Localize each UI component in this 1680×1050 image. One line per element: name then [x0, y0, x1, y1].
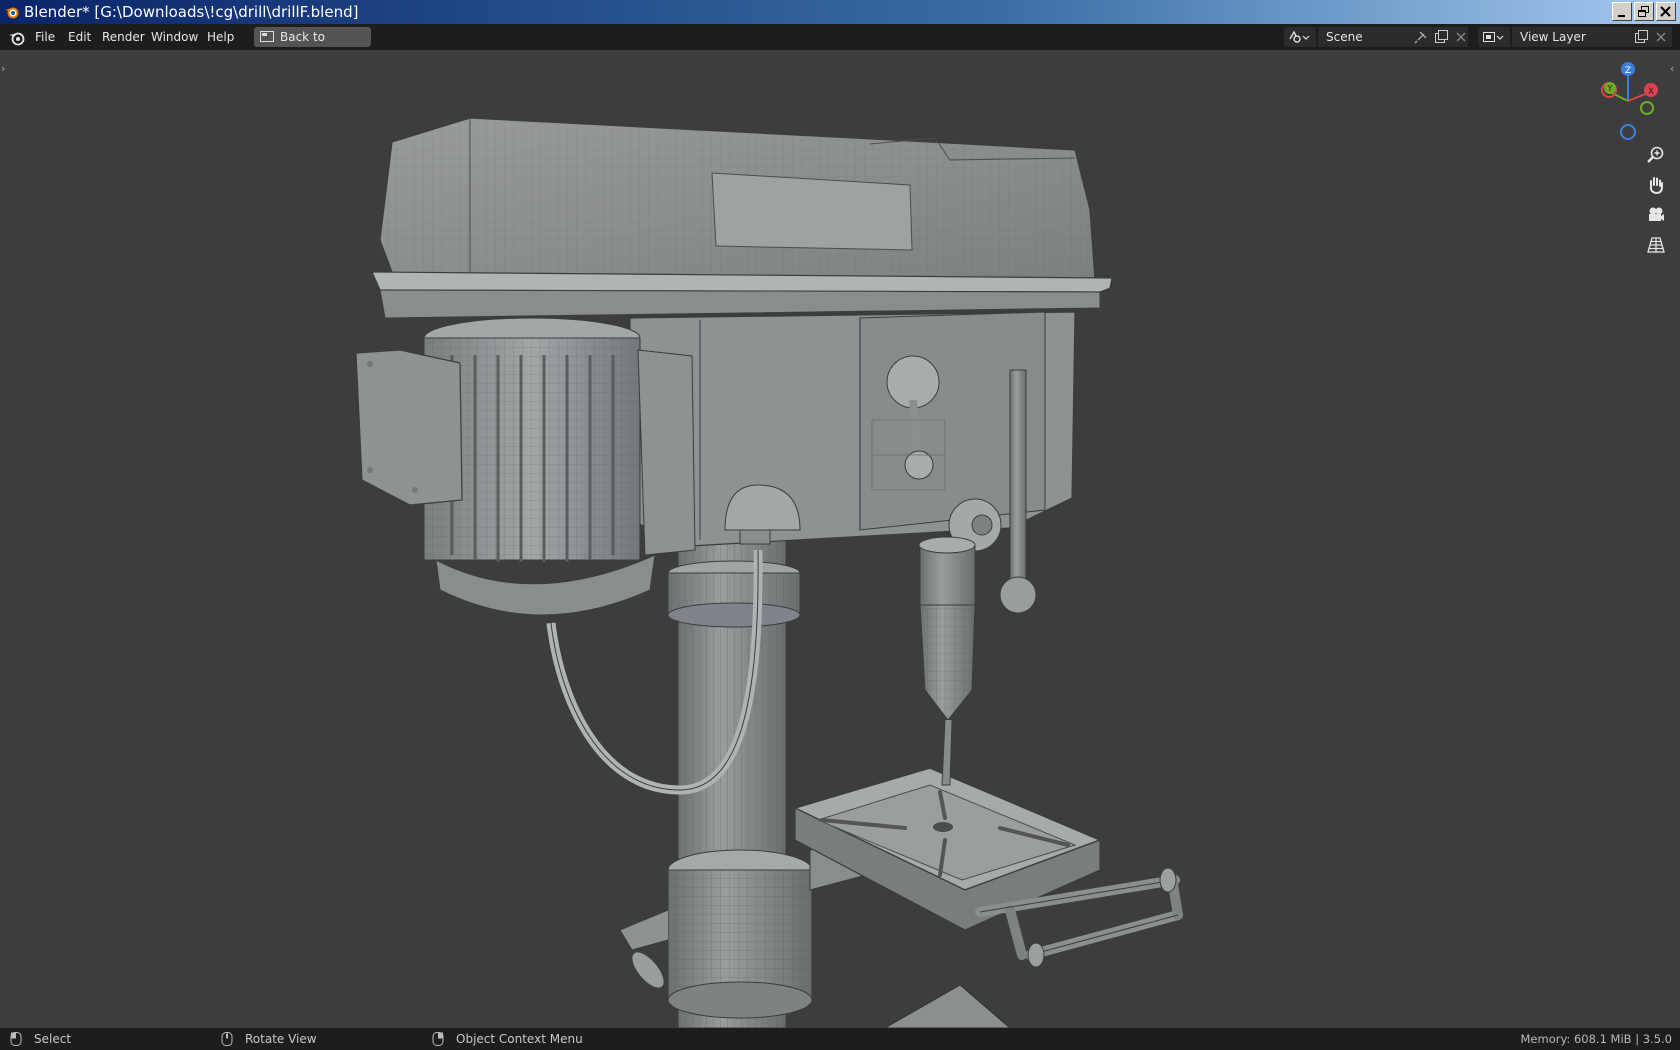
- sidebar-expand-arrow[interactable]: ‹: [1670, 62, 1674, 75]
- zoom-icon: [1647, 146, 1664, 163]
- menu-edit[interactable]: Edit: [61, 24, 98, 50]
- restore-icon: [1638, 6, 1649, 17]
- perspective-toggle-button[interactable]: [1643, 232, 1669, 258]
- delete-view-layer-icon[interactable]: [1654, 30, 1668, 44]
- screen-back-icon: [260, 31, 274, 42]
- status-select-label: Select: [34, 1032, 72, 1046]
- window-title-bar: Blender* [G:\Downloads\!cg\drill\drillF.…: [0, 0, 1680, 24]
- hand-pan-icon: [1649, 177, 1663, 194]
- blender-logo-icon: [5, 7, 19, 19]
- toolbar-expand-arrow[interactable]: ›: [1, 62, 5, 75]
- camera-icon: [1649, 207, 1664, 221]
- gizmo-x-label: X: [1648, 87, 1654, 97]
- 3d-viewport[interactable]: › ‹ Z X Y: [0, 50, 1680, 1028]
- scene-dropdown-button[interactable]: [1284, 27, 1316, 47]
- view-layer-name: View Layer: [1520, 30, 1586, 44]
- status-rotate-label: Rotate View: [245, 1032, 317, 1046]
- menu-window[interactable]: Window: [144, 24, 205, 50]
- gizmo-y-label: Y: [1607, 84, 1613, 93]
- status-context-label: Object Context Menu: [456, 1032, 583, 1046]
- blender-menu-icon[interactable]: [8, 29, 25, 46]
- mouse-right-icon: [432, 1032, 444, 1046]
- minimize-button[interactable]: [1612, 2, 1632, 21]
- back-to-previous-button[interactable]: Back to Previous: [254, 27, 371, 64]
- drill-press-model: [355, 117, 1183, 1028]
- mouse-left-icon: [10, 1032, 22, 1046]
- close-icon: [1660, 6, 1671, 17]
- pan-button[interactable]: [1643, 172, 1669, 198]
- scene-icon: [1289, 30, 1310, 43]
- top-menu-bar: File Edit Render Window Help Back to Pre…: [0, 24, 1680, 64]
- minimize-icon: [1618, 15, 1625, 17]
- menu-file[interactable]: File: [28, 24, 62, 50]
- view-layer-dropdown-button[interactable]: [1478, 27, 1510, 47]
- pin-icon[interactable]: [1414, 30, 1428, 44]
- gizmo-neg-z-axis[interactable]: [1620, 124, 1636, 140]
- new-view-layer-icon[interactable]: [1634, 30, 1648, 44]
- zoom-button[interactable]: [1643, 142, 1669, 168]
- scene-name-field[interactable]: Scene: [1318, 27, 1468, 47]
- view-layer-icon: [1483, 32, 1504, 42]
- close-button[interactable]: [1656, 2, 1676, 21]
- view-layer-name-field[interactable]: View Layer: [1512, 27, 1672, 47]
- window-title: Blender* [G:\Downloads\!cg\drill\drillF.…: [24, 3, 359, 21]
- camera-view-button[interactable]: [1643, 202, 1669, 228]
- gizmo-z-label: Z: [1625, 66, 1631, 76]
- menu-help[interactable]: Help: [200, 24, 241, 50]
- memory-readout: Memory: 608.1 MiB | 3.5.0: [1520, 1032, 1673, 1046]
- scene-name: Scene: [1326, 30, 1363, 44]
- delete-scene-icon[interactable]: [1454, 30, 1468, 44]
- mouse-middle-icon: [221, 1032, 233, 1046]
- restore-button[interactable]: [1634, 2, 1654, 21]
- gizmo-neg-y-axis[interactable]: [1640, 101, 1654, 115]
- status-bar: Select Rotate View Object Context Menu M…: [0, 1028, 1680, 1050]
- grid-perspective-icon: [1647, 237, 1665, 253]
- new-scene-icon[interactable]: [1434, 30, 1448, 44]
